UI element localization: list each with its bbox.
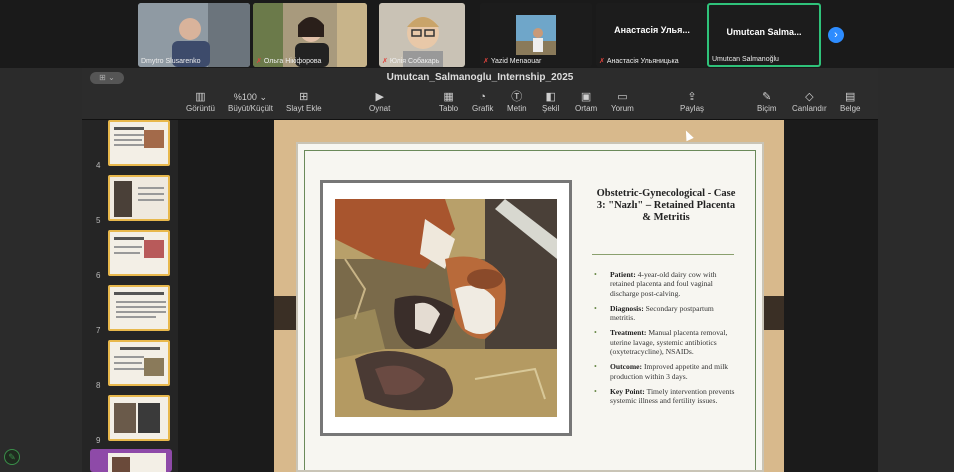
document-icon: ▤ xyxy=(845,91,856,103)
chart-icon: ◔ xyxy=(479,91,486,103)
document-button[interactable]: ▤ Belge xyxy=(840,90,860,113)
photo-frame[interactable] xyxy=(320,180,572,436)
slide-thumbnail[interactable]: 4 xyxy=(82,120,178,172)
shape-button[interactable]: ◧ Şekil xyxy=(542,90,559,113)
participant-name: ✗ Ольга Нікіфорова xyxy=(256,57,322,66)
participant-tile[interactable]: ✗ Yazid Menaouar xyxy=(480,3,592,67)
thumbnail-number: 8 xyxy=(96,381,101,390)
mic-muted-icon: ✗ xyxy=(256,58,262,65)
slide-thumbnail[interactable]: 5 xyxy=(82,175,178,227)
slide-thumbnail[interactable]: 8 xyxy=(82,340,178,392)
format-button[interactable]: ✎ Biçim xyxy=(757,90,777,113)
thumbnail-number: 4 xyxy=(96,161,101,170)
sidebar-icon: ▥ xyxy=(195,91,206,103)
play-button[interactable]: ▶ Oynat xyxy=(369,90,390,113)
table-icon: ▦ xyxy=(443,91,454,103)
bullet-item: Key Point: Timely intervention prevents … xyxy=(594,387,740,406)
slide-thumbnail-selected[interactable] xyxy=(90,449,172,472)
thumbnail-preview xyxy=(108,285,170,331)
text-button[interactable]: Ⓣ Metin xyxy=(507,90,527,113)
slide-panel: Obstetric-Gynecological - Case 3: "Nazlı… xyxy=(296,142,764,472)
bullet-item: Patient: 4-year-old dairy cow with retai… xyxy=(594,270,740,298)
slide-navigator: 4 5 6 7 8 9 xyxy=(82,120,178,472)
document-title: Umutcan_Salmanoglu_Internship_2025 xyxy=(386,72,574,83)
shape-icon: ◧ xyxy=(545,91,556,103)
participant-avatar xyxy=(516,15,556,55)
toolbar: ▥ Görüntü %100 ⌄ Büyüt/Küçült ⊞ Slayt Ekle … xyxy=(82,88,878,120)
animate-button[interactable]: ◇ Canlandır xyxy=(792,90,827,113)
next-participants-button[interactable]: › xyxy=(828,27,844,43)
pen-icon: ✎ xyxy=(8,452,16,462)
media-button[interactable]: ▣ Ortam xyxy=(575,90,597,113)
table-button[interactable]: ▦ Tablo xyxy=(439,90,458,113)
mic-muted-icon: ✗ xyxy=(382,58,388,65)
slide-thumbnail[interactable]: 9 xyxy=(82,395,178,447)
zoom-button[interactable]: %100 ⌄ Büyüt/Küçült xyxy=(228,90,273,113)
paintbrush-icon: ✎ xyxy=(762,91,772,103)
slide-thumbnail[interactable]: 6 xyxy=(82,230,178,282)
participant-name: Dmytro Slusarenko xyxy=(141,58,201,65)
keynote-window: ⊞ ⌄ Umutcan_Salmanoglu_Internship_2025 ▥… xyxy=(82,68,878,472)
add-slide-icon: ⊞ xyxy=(299,91,309,103)
thumbnail-number: 9 xyxy=(96,436,101,445)
bullet-item: Treatment: Manual placenta removal, uter… xyxy=(594,328,740,356)
participant-tile[interactable]: Dmytro Slusarenko xyxy=(138,3,250,67)
view-button[interactable]: ▥ Görüntü xyxy=(186,90,215,113)
share-button[interactable]: ⇪ Paylaş xyxy=(680,90,704,113)
slide-title[interactable]: Obstetric-Gynecological - Case 3: "Nazlı… xyxy=(592,188,740,224)
annotate-pen-button[interactable]: ✎ xyxy=(4,449,20,465)
participant-strip: Dmytro Slusarenko ✗ Ольга Нікіфорова ✗ Юлі… xyxy=(0,0,954,68)
bullet-item: Diagnosis: Secondary postpartum metritis… xyxy=(594,304,740,323)
participant-name: ✗ Анастасія Ульяницька xyxy=(599,57,679,66)
chevron-right-icon: › xyxy=(834,29,838,41)
thumbnail-preview xyxy=(108,230,170,276)
thumbnail-preview xyxy=(108,395,170,441)
media-icon: ▣ xyxy=(580,91,592,103)
text-icon: Ⓣ xyxy=(511,91,523,103)
participant-tile[interactable]: ✗ Юлія Собакарь xyxy=(379,3,465,67)
participant-name: ✗ Юлія Собакарь xyxy=(382,57,440,66)
share-icon: ⇪ xyxy=(687,91,697,103)
cow-and-calf-photo xyxy=(335,199,557,417)
title-bar: ⊞ ⌄ Umutcan_Salmanoglu_Internship_2025 xyxy=(82,68,878,88)
participant-name: Umutcan Salmanoğlu xyxy=(712,56,779,63)
add-slide-button[interactable]: ⊞ Slayt Ekle xyxy=(286,90,322,113)
mic-muted-icon: ✗ xyxy=(483,58,489,65)
slide[interactable]: Obstetric-Gynecological - Case 3: "Nazlı… xyxy=(274,120,784,472)
slide-thumbnail[interactable]: 7 xyxy=(82,285,178,337)
comment-button[interactable]: ▭ Yorum xyxy=(611,90,634,113)
participant-tile[interactable]: ✗ Ольга Нікіфорова xyxy=(253,3,367,67)
comment-icon: ▭ xyxy=(617,91,628,103)
slide-canvas: Obstetric-Gynecological - Case 3: "Nazlı… xyxy=(178,120,878,472)
participant-tile[interactable]: Анастасія Улья... ✗ Анастасія Ульяницька xyxy=(596,3,708,67)
thumbnail-number: 6 xyxy=(96,271,101,280)
chart-button[interactable]: ◔ Grafik xyxy=(472,90,493,113)
thumbnail-preview xyxy=(108,340,170,386)
bullet-list[interactable]: Patient: 4-year-old dairy cow with retai… xyxy=(594,270,740,412)
thumbnail-number: 7 xyxy=(96,326,101,335)
thumbnail-number: 5 xyxy=(96,216,101,225)
thumbnail-preview xyxy=(108,453,166,472)
bullet-item: Outcome: Improved appetite and milk prod… xyxy=(594,362,740,381)
thumbnail-preview xyxy=(108,175,170,221)
play-icon: ▶ xyxy=(375,91,384,103)
mic-muted-icon: ✗ xyxy=(599,58,605,65)
zoom-value: %100 ⌄ xyxy=(233,92,267,102)
participant-big-label: Анастасія Улья... xyxy=(614,25,690,35)
participant-name: ✗ Yazid Menaouar xyxy=(483,57,542,66)
participant-tile-active-speaker[interactable]: Umutcan Salma... Umutcan Salmanoğlu xyxy=(707,3,821,67)
diamond-icon: ◇ xyxy=(805,91,814,103)
thumbnail-preview xyxy=(108,120,170,166)
title-divider xyxy=(592,254,734,255)
participant-big-label: Umutcan Salma... xyxy=(726,27,802,37)
